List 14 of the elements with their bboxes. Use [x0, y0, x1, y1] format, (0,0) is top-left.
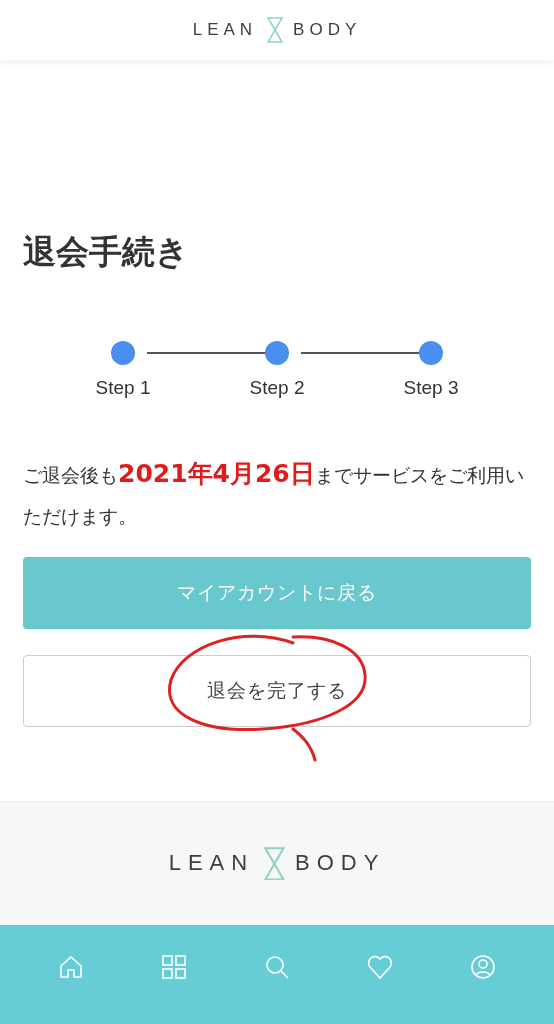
step-label: Step 1	[95, 377, 151, 399]
lean-body-logo: LEAN BODY	[168, 846, 386, 881]
search-icon[interactable]	[263, 953, 291, 981]
notice-text: ご退会後も 2021年4月26日 までサービスをご利用いただけます。	[23, 458, 525, 529]
heart-icon[interactable]	[365, 953, 394, 981]
user-icon[interactable]	[468, 953, 497, 981]
lean-body-logo: LEAN BODY	[192, 17, 362, 43]
grid-icon[interactable]	[160, 953, 189, 981]
hourglass-icon	[264, 846, 285, 881]
page-title: 退会手続き	[23, 231, 190, 273]
hourglass-icon	[267, 17, 284, 43]
withdraw-button[interactable]: 退会を完了する	[23, 655, 531, 727]
step-label: Step 3	[403, 377, 459, 399]
step-label: Step 2	[249, 377, 305, 399]
